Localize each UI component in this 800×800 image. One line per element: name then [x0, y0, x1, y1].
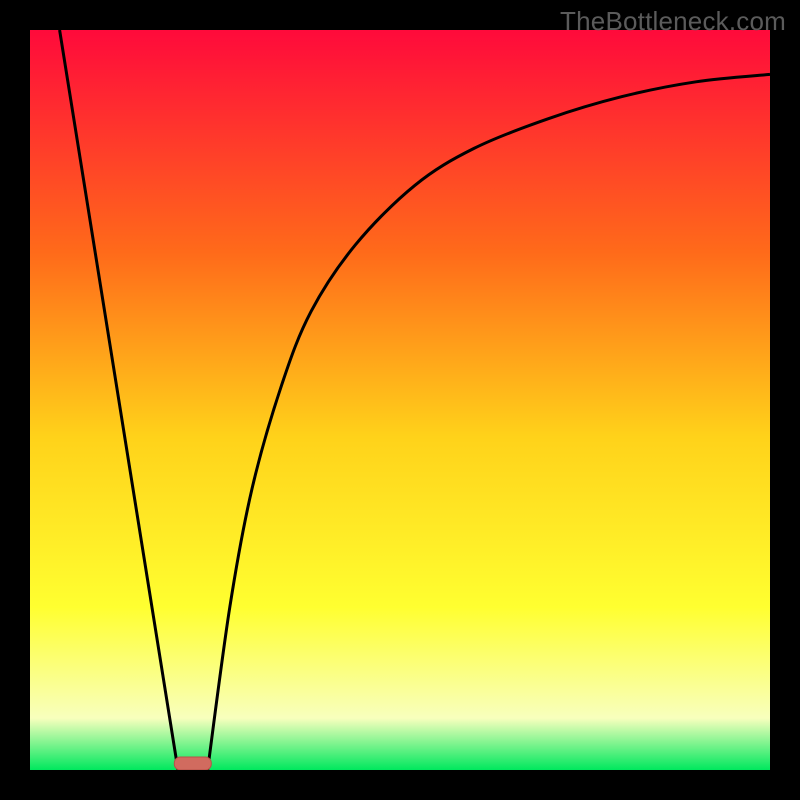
- watermark-text: TheBottleneck.com: [560, 6, 786, 37]
- chart-frame: TheBottleneck.com: [0, 0, 800, 800]
- optimum-marker: [174, 757, 211, 770]
- bottleneck-chart: [30, 30, 770, 770]
- gradient-background: [30, 30, 770, 770]
